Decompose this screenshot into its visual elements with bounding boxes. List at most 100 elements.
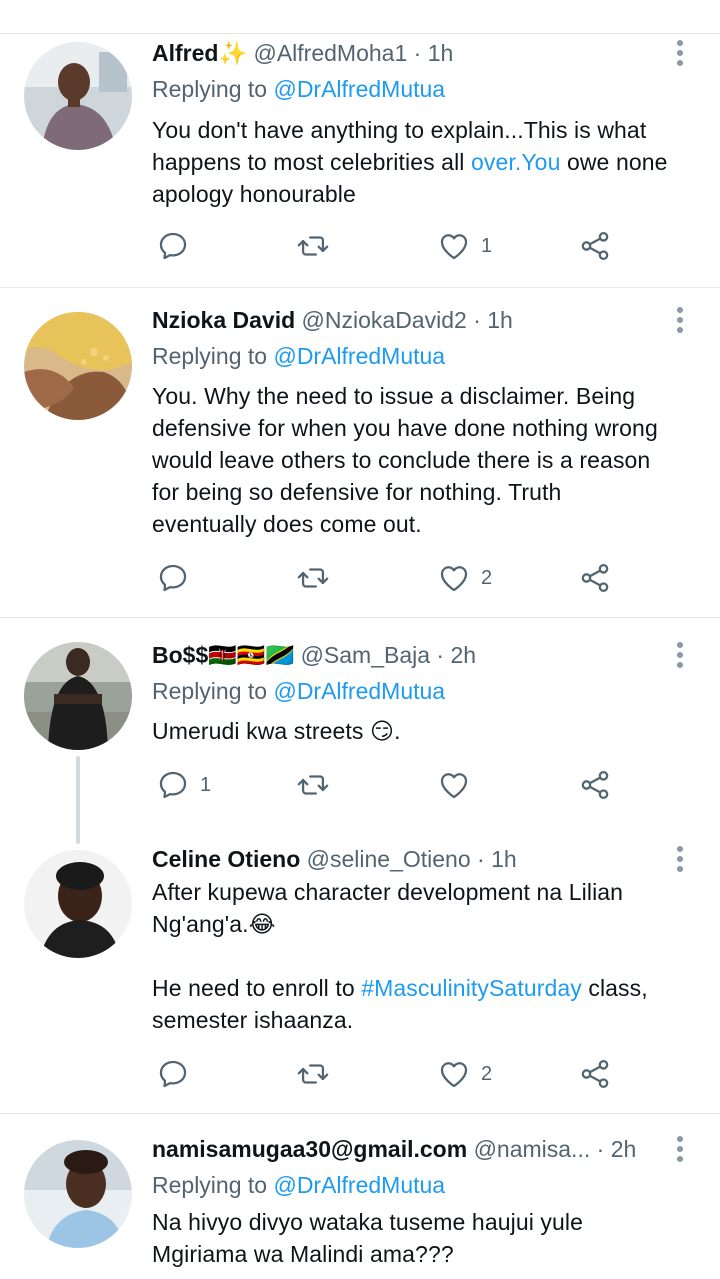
tweet-text: Na hivyo divyo wataka tuseme haujui yule…: [152, 1206, 696, 1270]
author-name[interactable]: namisamugaa30@gmail.com: [152, 1136, 467, 1162]
reply-icon: [159, 232, 187, 260]
like-button[interactable]: 1: [437, 226, 492, 266]
author-name[interactable]: Nzioka David: [152, 307, 295, 333]
tweet[interactable]: Alfred✨ @AlfredMoha1 · 1h Replying to @D…: [0, 36, 720, 286]
tweet[interactable]: Celine Otieno @seline_Otieno · 1h After …: [0, 842, 720, 1107]
tweet-text: Umerudi kwa streets 😏.: [152, 715, 696, 747]
tweet-text-line: for being so defensive for nothing. Trut…: [152, 479, 562, 505]
tweet-header: Alfred✨ @AlfredMoha1 · 1h: [152, 36, 660, 70]
avatar[interactable]: [24, 42, 132, 150]
share-button[interactable]: [578, 558, 612, 598]
tweet-divider: [0, 617, 720, 618]
tweet[interactable]: namisamugaa30@gmail.com @namisa... · 2h …: [0, 1132, 720, 1279]
replying-to-label: Replying to: [152, 343, 268, 369]
tweet-text-segment: He need to enroll to: [152, 975, 362, 1001]
sparkle-emoji: ✨: [218, 40, 248, 66]
share-icon: [581, 231, 609, 261]
avatar[interactable]: [24, 312, 132, 420]
tweet-text-line: Na hivyo divyo wataka tuseme haujui yule: [152, 1209, 584, 1235]
tweet-text-line: After kupewa character development na Li…: [152, 879, 624, 905]
mention-link[interactable]: @DrAlfredMutua: [273, 76, 445, 102]
author-name[interactable]: Bo$$: [152, 642, 208, 668]
like-button[interactable]: [437, 765, 481, 805]
retweet-button[interactable]: [296, 1054, 340, 1094]
like-count: 1: [481, 234, 493, 257]
share-icon: [581, 770, 609, 800]
author-handle[interactable]: @NziokaDavid2: [302, 307, 467, 333]
avatar[interactable]: [24, 642, 132, 750]
action-bar: 2: [152, 558, 632, 598]
reply-button[interactable]: [156, 1054, 200, 1094]
tweet-text-line: apology honourable: [152, 181, 356, 207]
author-handle[interactable]: @seline_Otieno: [307, 846, 471, 872]
tweet-text-line: Umerudi kwa streets 😏.: [152, 718, 401, 744]
tweet[interactable]: Nzioka David @NziokaDavid2 · 1h Replying…: [0, 303, 720, 613]
replying-to: Replying to @DrAlfredMutua: [152, 1168, 445, 1202]
retweet-button[interactable]: [296, 226, 340, 266]
more-options-icon[interactable]: [670, 40, 690, 68]
tweet-header: Nzioka David @NziokaDavid2 · 1h: [152, 303, 660, 337]
timestamp[interactable]: 2h: [611, 1136, 637, 1162]
author-name[interactable]: Celine Otieno: [152, 846, 300, 872]
like-button[interactable]: 2: [437, 1054, 492, 1094]
reply-button[interactable]: 1: [156, 765, 211, 805]
author-handle[interactable]: @Sam_Baja: [301, 642, 430, 668]
timestamp[interactable]: 2h: [450, 642, 476, 668]
tweet-text-line: You don't have anything to explain...Thi…: [152, 117, 647, 143]
reply-button[interactable]: [156, 226, 200, 266]
retweet-button[interactable]: [296, 558, 340, 598]
mention-link[interactable]: @DrAlfredMutua: [273, 1172, 445, 1198]
reply-count: 1: [200, 773, 212, 796]
tweet-text: After kupewa character development na Li…: [152, 876, 696, 1036]
timestamp[interactable]: 1h: [491, 846, 517, 872]
avatar[interactable]: [24, 850, 132, 958]
like-button[interactable]: 2: [437, 558, 492, 598]
tweet-text-segment: happens to most celebrities all: [152, 149, 471, 175]
action-bar: 1: [152, 226, 632, 266]
more-options-icon[interactable]: [670, 846, 690, 874]
replying-to: Replying to @DrAlfredMutua: [152, 72, 445, 106]
hashtag-link[interactable]: #MasculinitySaturday: [361, 975, 582, 1001]
like-count: 2: [481, 566, 493, 589]
inline-link[interactable]: over.You: [471, 149, 560, 175]
like-icon: [440, 773, 468, 799]
tweet[interactable]: Bo$$🇰🇪🇺🇬🇹🇿 @Sam_Baja · 2h Replying to @D…: [0, 638, 720, 818]
separator-dot: ·: [413, 40, 422, 66]
reply-icon: [159, 564, 187, 592]
author-handle[interactable]: @namisa...: [474, 1136, 591, 1162]
like-icon: [440, 1062, 468, 1088]
retweet-icon: [297, 568, 329, 588]
mention-link[interactable]: @DrAlfredMutua: [273, 343, 445, 369]
avatar[interactable]: [24, 1140, 132, 1248]
author-handle[interactable]: @AlfredMoha1: [253, 40, 407, 66]
tweet-header: Celine Otieno @seline_Otieno · 1h: [152, 842, 660, 876]
share-icon: [581, 1059, 609, 1089]
share-button[interactable]: [578, 226, 612, 266]
tweet-text-line: semester ishaanza.: [152, 1007, 354, 1033]
tweet-divider: [0, 287, 720, 288]
like-icon: [440, 566, 468, 592]
more-options-icon[interactable]: [670, 307, 690, 335]
timestamp[interactable]: 1h: [428, 40, 454, 66]
action-bar: 2: [152, 1054, 632, 1094]
retweet-icon: [297, 1064, 329, 1084]
reply-icon: [159, 1060, 187, 1088]
reply-icon: [159, 771, 187, 799]
flag-emojis: 🇰🇪🇺🇬🇹🇿: [208, 642, 295, 668]
like-count: 2: [481, 1062, 493, 1085]
share-button[interactable]: [578, 1054, 612, 1094]
more-options-icon[interactable]: [670, 642, 690, 670]
retweet-icon: [297, 775, 329, 795]
retweet-icon: [297, 236, 329, 256]
reply-button[interactable]: [156, 558, 200, 598]
tweet-text-line: would leave others to conclude there is …: [152, 447, 651, 473]
retweet-button[interactable]: [296, 765, 340, 805]
tweet-text-line: defensive for when you have done nothing…: [152, 415, 658, 441]
action-bar: 1: [152, 765, 632, 805]
replying-to-label: Replying to: [152, 678, 268, 704]
share-button[interactable]: [578, 765, 612, 805]
mention-link[interactable]: @DrAlfredMutua: [273, 678, 445, 704]
more-options-icon[interactable]: [670, 1136, 690, 1164]
timestamp[interactable]: 1h: [487, 307, 513, 333]
author-name[interactable]: Alfred: [152, 40, 218, 66]
